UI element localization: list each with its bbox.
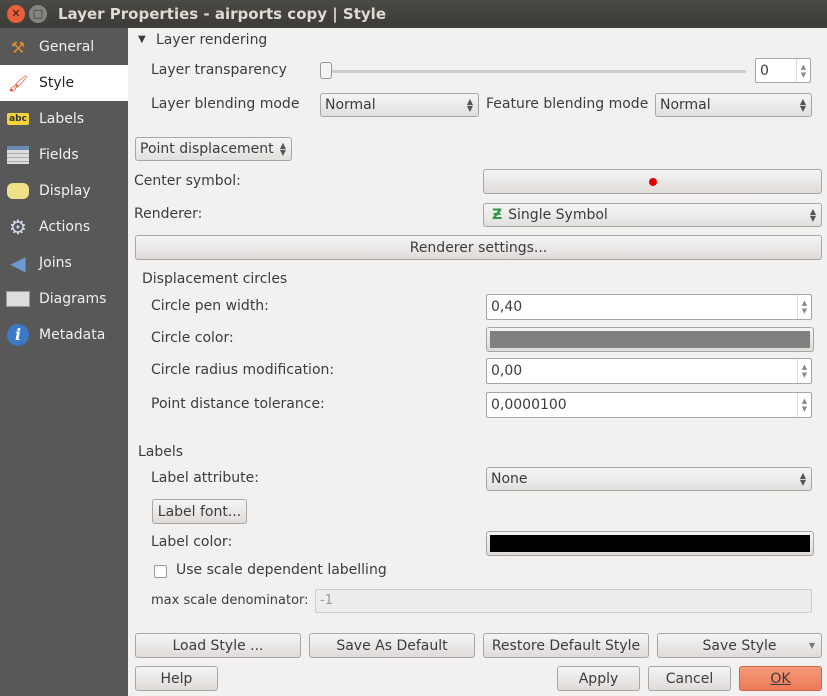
transparency-slider[interactable] bbox=[324, 70, 746, 73]
cancel-button[interactable]: Cancel bbox=[648, 666, 731, 691]
abc-label-icon: abc bbox=[7, 113, 29, 125]
window-title: Layer Properties - airports copy | Style bbox=[58, 5, 387, 23]
circle-color-button[interactable] bbox=[486, 327, 814, 352]
tools-icon: ⚒ bbox=[10, 37, 26, 57]
max-scale-label: max scale denominator: bbox=[151, 593, 309, 608]
apply-button[interactable]: Apply bbox=[557, 666, 640, 691]
renderer-select[interactable]: Ƶ Single Symbol ▲ ▼ bbox=[483, 203, 822, 227]
pen-width-value: 0,40 bbox=[491, 299, 523, 315]
sidebar-item-labels[interactable]: abc Labels bbox=[0, 101, 128, 137]
paintbrush-icon: 🖌 bbox=[7, 73, 29, 93]
feature-blending-value: Normal bbox=[660, 97, 711, 113]
radius-value: 0,00 bbox=[491, 363, 523, 379]
feature-blending-label: Feature blending mode bbox=[486, 96, 649, 112]
title-bar: ✕ □ Layer Properties - airports copy | S… bbox=[0, 0, 827, 28]
scale-dependent-label: Use scale dependent labelling bbox=[176, 562, 387, 578]
sidebar-item-actions[interactable]: ⚙ Actions bbox=[0, 209, 128, 245]
pen-width-label: Circle pen width: bbox=[151, 298, 269, 314]
renderer-settings-button[interactable]: Renderer settings... bbox=[135, 235, 822, 260]
sidebar-item-display[interactable]: Display bbox=[0, 173, 128, 209]
diagram-icon bbox=[5, 287, 31, 311]
restore-default-style-button[interactable]: Restore Default Style bbox=[483, 633, 649, 658]
join-icon: ◀ bbox=[10, 251, 26, 275]
transparency-spinbox[interactable]: 0 ▲ ▼ bbox=[755, 58, 811, 83]
collapse-triangle-icon[interactable]: ▼ bbox=[138, 34, 146, 45]
scale-dependent-checkbox[interactable] bbox=[154, 565, 167, 578]
info-icon: i bbox=[5, 323, 31, 347]
renderer-value: Single Symbol bbox=[508, 207, 608, 223]
layer-rendering-title: Layer rendering bbox=[156, 32, 268, 48]
sidebar-item-joins[interactable]: ◀ Joins bbox=[0, 245, 128, 281]
layer-blending-select[interactable]: Normal ▲ ▼ bbox=[320, 93, 479, 117]
speech-bubble-icon bbox=[5, 179, 31, 203]
labels-title: Labels bbox=[138, 444, 184, 460]
dropdown-arrow-icon[interactable]: ▼ bbox=[809, 641, 815, 650]
label-attribute-label: Label attribute: bbox=[151, 470, 260, 486]
sidebar-item-fields[interactable]: Fields bbox=[0, 137, 128, 173]
renderer-type-select[interactable]: Point displacement ▲ ▼ bbox=[135, 137, 292, 161]
ok-button[interactable]: OK bbox=[739, 666, 822, 691]
help-button[interactable]: Help bbox=[135, 666, 218, 691]
red-point-symbol-icon bbox=[648, 177, 657, 186]
label-attribute-value: None bbox=[491, 471, 528, 487]
blending-label: Layer blending mode bbox=[151, 96, 300, 112]
transparency-label: Layer transparency bbox=[151, 62, 287, 78]
tolerance-spinbox[interactable]: 0,0000100 ▲ ▼ bbox=[486, 392, 812, 418]
sidebar-item-diagrams[interactable]: Diagrams bbox=[0, 281, 128, 317]
pen-width-spinbox[interactable]: 0,40 ▲ ▼ bbox=[486, 294, 812, 320]
label-color-label: Label color: bbox=[151, 534, 233, 550]
save-style-button[interactable]: Save Style ▼ bbox=[657, 633, 822, 658]
label-font-button[interactable]: Label font... bbox=[152, 499, 247, 524]
sidebar-item-metadata[interactable]: i Metadata bbox=[0, 317, 128, 353]
load-style-button[interactable]: Load Style ... bbox=[135, 633, 301, 658]
tolerance-value: 0,0000100 bbox=[491, 397, 567, 413]
renderer-label: Renderer: bbox=[134, 206, 203, 222]
blending-value: Normal bbox=[325, 97, 376, 113]
feature-blending-select[interactable]: Normal ▲ ▼ bbox=[655, 93, 812, 117]
transparency-value: 0 bbox=[760, 62, 769, 79]
radius-spinbox[interactable]: 0,00 ▲ ▼ bbox=[486, 358, 812, 384]
spin-arrows-icon[interactable]: ▲ ▼ bbox=[796, 59, 810, 82]
center-symbol-button[interactable] bbox=[483, 169, 822, 194]
single-symbol-icon: Ƶ bbox=[492, 207, 503, 223]
gear-play-icon: ⚙ bbox=[9, 215, 27, 239]
center-symbol-label: Center symbol: bbox=[134, 173, 241, 189]
radius-label: Circle radius modification: bbox=[151, 362, 335, 378]
max-scale-input[interactable]: -1 bbox=[315, 589, 812, 613]
label-color-button[interactable] bbox=[486, 531, 814, 556]
circle-color-label: Circle color: bbox=[151, 330, 234, 346]
save-as-default-button[interactable]: Save As Default bbox=[309, 633, 475, 658]
table-icon bbox=[5, 143, 31, 167]
tolerance-label: Point distance tolerance: bbox=[151, 396, 325, 412]
label-attribute-select[interactable]: None ▲ ▼ bbox=[486, 467, 812, 491]
sidebar-item-general[interactable]: ⚒ General bbox=[0, 29, 128, 65]
maximize-button[interactable]: □ bbox=[29, 5, 47, 23]
sidebar: ⚒ General 🖌 Style abc Labels Fields Display… bbox=[0, 28, 128, 696]
close-button[interactable]: ✕ bbox=[7, 5, 25, 23]
transparency-slider-handle[interactable] bbox=[320, 62, 332, 79]
sidebar-item-style[interactable]: 🖌 Style bbox=[0, 65, 128, 101]
displacement-circles-title: Displacement circles bbox=[142, 271, 288, 287]
renderer-type-value: Point displacement bbox=[140, 141, 274, 157]
